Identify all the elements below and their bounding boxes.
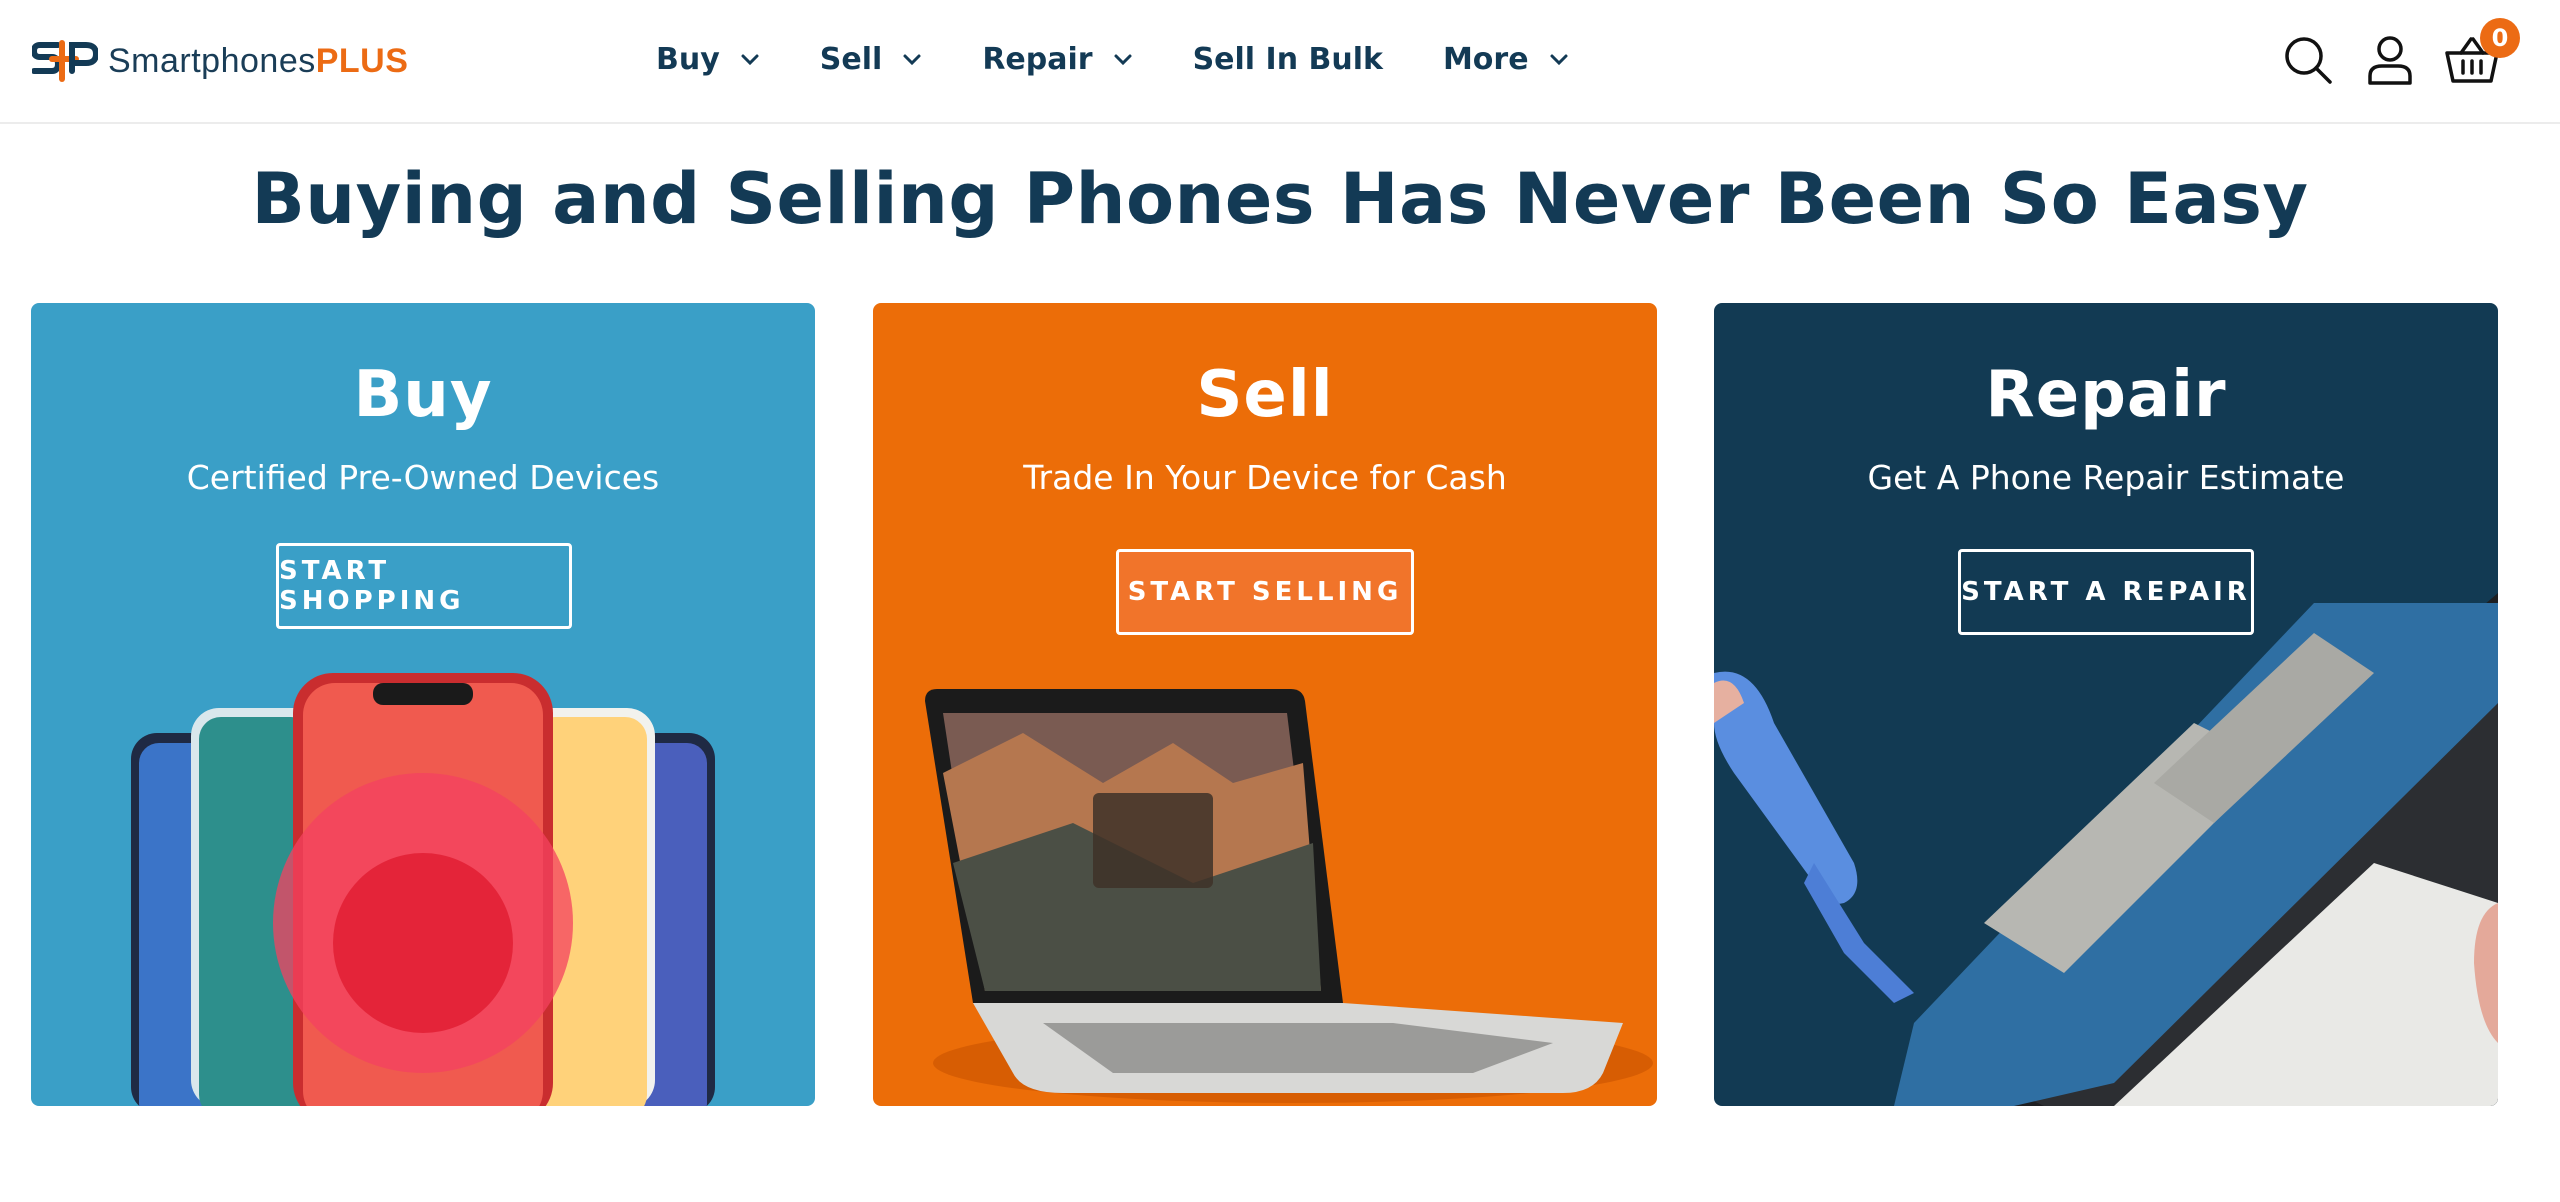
card-title: Repair (1985, 358, 2227, 432)
chevron-down-icon (1550, 54, 1568, 66)
card-title: Buy (353, 358, 493, 432)
nav-item-repair[interactable]: Repair (982, 42, 1132, 77)
page-headline: Buying and Selling Phones Has Never Been… (251, 158, 2309, 240)
logo-text: SmartphonesPLUS (108, 42, 408, 81)
logo-text-plus: PLUS (315, 41, 409, 80)
search-button[interactable] (2280, 32, 2336, 88)
nav-item-label: Sell In Bulk (1192, 41, 1383, 77)
main-nav: Buy Sell Repair Sell In Bulk More (656, 0, 1629, 118)
nav-item-label: Sell (819, 41, 883, 77)
nav-item-label: Repair (982, 41, 1093, 77)
card-title: Sell (1196, 358, 1334, 432)
start-selling-button[interactable]: START SELLING (1116, 549, 1414, 635)
card-subtitle: Certified Pre-Owned Devices (186, 458, 660, 497)
repair-card[interactable]: Repair Get A Phone Repair Estimate START… (1714, 303, 2498, 1106)
cart-button[interactable]: 0 (2444, 18, 2520, 88)
card-subtitle: Get A Phone Repair Estimate (1867, 458, 2345, 497)
nav-item-buy[interactable]: Buy (656, 42, 760, 77)
start-a-repair-button[interactable]: START A REPAIR (1958, 549, 2254, 635)
phone-notch (373, 683, 473, 705)
sell-card[interactable]: Sell Trade In Your Device for Cash START… (873, 303, 1657, 1106)
pry-tool-tip (1804, 863, 1914, 1003)
header-icons: 0 (2280, 18, 2526, 90)
nav-item-more[interactable]: More (1443, 42, 1569, 77)
nav-item-label: More (1442, 41, 1529, 77)
logo-mark-icon (32, 40, 98, 82)
window-overlay (1093, 793, 1213, 888)
site-logo[interactable]: SmartphonesPLUS (32, 36, 408, 86)
logo-text-smartphones: Smartphones (108, 41, 316, 80)
account-button[interactable] (2362, 32, 2418, 88)
search-icon (2285, 37, 2332, 84)
wallpaper-circle-inner (333, 853, 513, 1033)
chevron-down-icon (741, 54, 759, 66)
buy-card[interactable]: Buy Certified Pre-Owned Devices START SH… (31, 303, 815, 1106)
site-header: SmartphonesPLUS Buy Sell Repair Sell In … (0, 0, 2560, 124)
nav-item-sell-in-bulk[interactable]: Sell In Bulk (1193, 42, 1383, 77)
nav-item-sell[interactable]: Sell (820, 42, 923, 77)
nav-item-label: Buy (656, 41, 720, 77)
cart-count-badge: 0 (2480, 18, 2520, 58)
chevron-down-icon (1114, 54, 1132, 66)
chevron-down-icon (903, 54, 921, 66)
card-subtitle: Trade In Your Device for Cash (1023, 458, 1507, 497)
start-shopping-button[interactable]: START SHOPPING (276, 543, 572, 629)
user-icon (2368, 36, 2412, 85)
